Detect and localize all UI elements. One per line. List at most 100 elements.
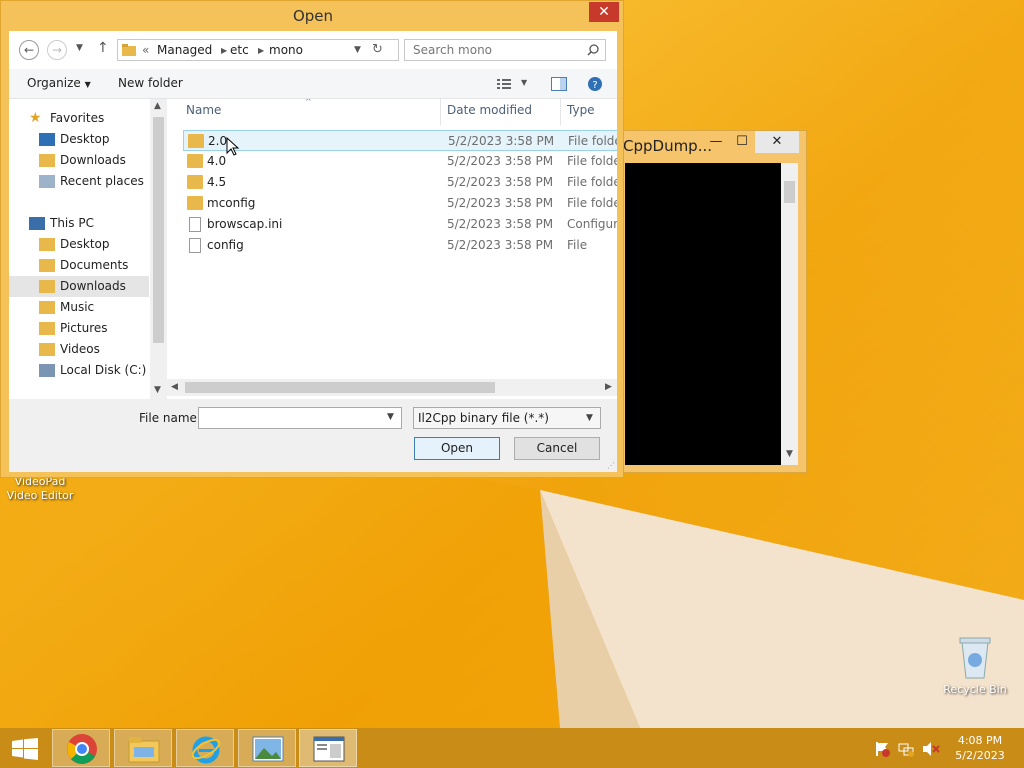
scroll-left-icon[interactable]: ◀ <box>171 382 178 392</box>
file-row-mconfig[interactable]: mconfig 5/2/2023 3:58 PM File folder <box>183 193 617 214</box>
console-title: CppDump... <box>623 137 713 155</box>
chrome-icon <box>67 734 97 764</box>
console-scrollbar[interactable]: ▼ <box>781 163 798 465</box>
refresh-icon[interactable]: ↻ <box>372 42 383 57</box>
file-list-hscrollbar[interactable]: ◀ ▶ <box>167 379 617 396</box>
taskbar-chrome[interactable] <box>52 729 110 767</box>
file-name-input[interactable]: ▼ <box>198 407 402 429</box>
nav-pc-desktop[interactable]: Desktop <box>9 234 149 255</box>
hscroll-thumb[interactable] <box>185 382 495 393</box>
nav-pc-downloads[interactable]: Downloads <box>9 276 149 297</box>
scroll-down-icon[interactable]: ▼ <box>786 449 793 459</box>
search-input[interactable]: Search mono <box>413 43 492 57</box>
taskbar-photo-app[interactable] <box>238 729 296 767</box>
search-icon[interactable] <box>587 44 599 56</box>
nav-pc-local-disk[interactable]: Local Disk (C:) <box>9 360 149 381</box>
chevron-right-icon[interactable]: ▶ <box>221 46 227 55</box>
console-close-button[interactable]: ✕ <box>755 131 799 153</box>
file-type-select[interactable]: Il2Cpp binary file (*.*) ▼ <box>413 407 601 429</box>
nav-this-pc[interactable]: This PC <box>9 213 149 234</box>
crumb-mono[interactable]: mono <box>269 43 303 57</box>
app-window-icon <box>313 736 345 762</box>
nav-scroll-thumb[interactable] <box>153 117 164 343</box>
videos-icon <box>39 343 55 356</box>
file-icon <box>189 238 201 253</box>
downloads-icon <box>39 154 55 167</box>
minimize-button[interactable]: — <box>703 131 729 153</box>
videopad-shortcut-label[interactable]: VideoPad Video Editor <box>4 475 76 503</box>
address-overflow[interactable]: « <box>142 43 149 57</box>
nav-fav-downloads[interactable]: Downloads <box>9 150 149 171</box>
svg-text:?: ? <box>592 80 597 91</box>
address-bar[interactable]: « Managed ▶ etc ▶ mono ▼ ↻ <box>117 39 399 61</box>
navigation-pane: ★ Favorites Desktop Downloads Recent pla… <box>9 99 167 399</box>
file-row-browscap-ini[interactable]: browscap.ini 5/2/2023 3:58 PM Configura <box>183 214 617 235</box>
recycle-bin-icon[interactable] <box>950 632 1000 682</box>
search-box[interactable]: Search mono <box>404 39 606 61</box>
recycle-bin-label[interactable]: Recycle Bin <box>940 683 1010 697</box>
start-icon <box>12 738 38 760</box>
cancel-button[interactable]: Cancel <box>514 437 600 460</box>
nav-scrollbar[interactable]: ▲ ▼ <box>150 99 167 399</box>
view-options-icon[interactable] <box>497 78 511 90</box>
console-scroll-thumb[interactable] <box>784 181 795 203</box>
resize-grip-icon[interactable]: ⋰ <box>607 461 615 470</box>
command-bar: Organize ▼ New folder ▼ ? <box>9 69 617 99</box>
forward-button[interactable]: → <box>47 40 67 60</box>
address-dropdown-icon[interactable]: ▼ <box>354 45 361 55</box>
new-folder-button[interactable]: New folder <box>118 76 183 90</box>
recent-locations-icon[interactable]: ▼ <box>76 43 83 53</box>
pictures-icon <box>39 322 55 335</box>
open-button[interactable]: Open <box>414 437 500 460</box>
file-row-4-5[interactable]: 4.5 5/2/2023 3:58 PM File folder <box>183 172 617 193</box>
file-name-dropdown-icon[interactable]: ▼ <box>387 412 394 422</box>
maximize-button[interactable]: ☐ <box>729 131 755 153</box>
column-date-modified[interactable]: Date modified <box>447 103 532 117</box>
help-icon[interactable]: ? <box>587 76 603 92</box>
file-row-4-0[interactable]: 4.0 5/2/2023 3:58 PM File folder <box>183 151 617 172</box>
console-window[interactable]: CppDump... — ☐ ✕ ▼ <box>618 130 807 473</box>
nav-favorites[interactable]: ★ Favorites <box>9 108 149 129</box>
folder-icon <box>122 44 136 56</box>
internet-explorer-icon <box>191 736 221 764</box>
up-arrow-icon[interactable]: ↑ <box>97 40 109 56</box>
console-output <box>625 163 781 465</box>
view-dropdown-icon[interactable]: ▼ <box>521 78 527 87</box>
mouse-cursor-icon <box>226 137 240 156</box>
system-clock[interactable]: 4:08 PM 5/2/2023 <box>945 733 1015 763</box>
preview-pane-icon[interactable] <box>551 77 567 91</box>
scroll-up-icon[interactable]: ▲ <box>154 101 161 111</box>
back-button[interactable]: ← <box>19 40 39 60</box>
column-type[interactable]: Type <box>567 103 595 117</box>
nav-pc-pictures[interactable]: Pictures <box>9 318 149 339</box>
nav-pc-music[interactable]: Music <box>9 297 149 318</box>
dialog-close-button[interactable]: ✕ <box>589 2 619 22</box>
file-row-2-0[interactable]: 2.0 5/2/2023 3:58 PM File folder <box>183 130 617 151</box>
file-row-config[interactable]: config 5/2/2023 3:58 PM File <box>183 235 617 256</box>
open-dialog: Open ✕ ← → ▼ ↑ « Managed ▶ etc ▶ mono ▼ … <box>0 0 624 478</box>
nav-pc-videos[interactable]: Videos <box>9 339 149 360</box>
nav-fav-desktop[interactable]: Desktop <box>9 129 149 150</box>
action-center-icon[interactable] <box>874 741 890 757</box>
chevron-down-icon[interactable]: ▼ <box>586 408 593 428</box>
nav-pc-documents[interactable]: Documents <box>9 255 149 276</box>
organize-button[interactable]: Organize ▼ <box>27 76 91 90</box>
chevron-right-icon[interactable]: ▶ <box>258 46 264 55</box>
music-icon <box>39 301 55 314</box>
network-icon[interactable] <box>898 741 914 757</box>
crumb-etc[interactable]: etc <box>230 43 249 57</box>
taskbar-app-window[interactable] <box>299 729 357 767</box>
scroll-down-icon[interactable]: ▼ <box>154 385 161 395</box>
sort-ascending-icon: ^ <box>305 99 312 106</box>
taskbar-internet-explorer[interactable] <box>176 729 234 767</box>
taskbar-file-explorer[interactable] <box>114 729 172 767</box>
navigation-bar: ← → ▼ ↑ « Managed ▶ etc ▶ mono ▼ ↻ Searc… <box>9 31 617 69</box>
scroll-right-icon[interactable]: ▶ <box>605 382 612 392</box>
crumb-managed[interactable]: Managed <box>157 43 212 57</box>
dialog-footer: File name: ▼ Il2Cpp binary file (*.*) ▼ … <box>9 399 617 472</box>
start-button[interactable] <box>0 729 50 767</box>
recent-places-icon <box>39 175 55 188</box>
column-name[interactable]: Name <box>186 103 221 117</box>
nav-fav-recent-places[interactable]: Recent places <box>9 171 149 192</box>
volume-muted-icon[interactable] <box>922 741 940 757</box>
